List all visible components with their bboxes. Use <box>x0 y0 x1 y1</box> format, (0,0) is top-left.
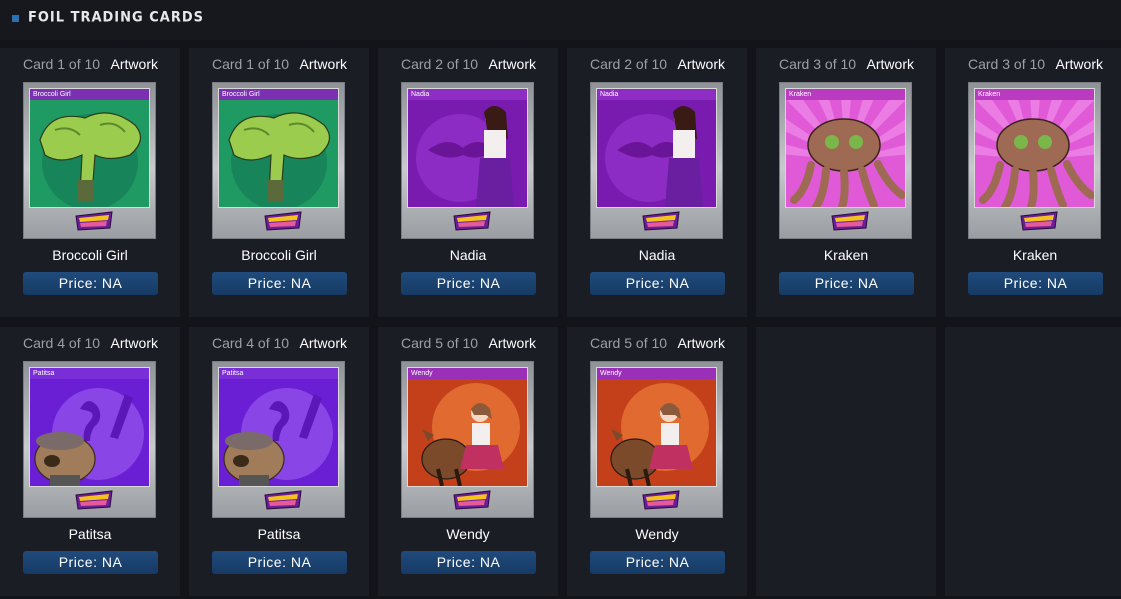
card-image[interactable]: Wendy <box>401 361 534 518</box>
game-logo-icon <box>830 210 870 232</box>
artwork-link[interactable]: Artwork <box>489 56 536 72</box>
card-image-namebar: Nadia <box>408 89 527 100</box>
game-logo-icon <box>263 489 303 511</box>
card-artwork: Patitsa <box>218 367 339 487</box>
section-header: FOIL TRADING CARDS <box>0 0 1121 40</box>
card-name: Nadia <box>638 247 676 263</box>
card-name: Wendy <box>446 526 490 542</box>
card-number: Card 1 of 10 <box>212 56 290 72</box>
artwork-link[interactable]: Artwork <box>678 335 725 351</box>
card-name: Patitsa <box>257 526 301 542</box>
price-button[interactable]: Price: NA <box>212 272 347 295</box>
card-name: Patitsa <box>68 526 112 542</box>
card-artwork: Broccoli Girl <box>218 88 339 208</box>
game-logo-icon <box>74 489 114 511</box>
game-logo-icon <box>641 489 681 511</box>
card-image-namebar: Broccoli Girl <box>219 89 338 100</box>
card-cell: Card 4 of 10 Artwork Patitsa Patitsa Pri… <box>0 327 180 596</box>
card-artwork: Wendy <box>407 367 528 487</box>
price-button[interactable]: Price: NA <box>23 551 158 574</box>
price-button[interactable]: Price: NA <box>590 551 725 574</box>
card-number: Card 2 of 10 <box>401 56 479 72</box>
card-artwork: Patitsa <box>29 367 150 487</box>
card-cell: Card 5 of 10 Artwork Wendy Wendy Price: … <box>378 327 558 596</box>
card-image-namebar: Wendy <box>597 368 716 379</box>
card-name: Kraken <box>1012 247 1058 263</box>
card-number: Card 2 of 10 <box>590 56 668 72</box>
card-cell: Card 3 of 10 Artwork Kraken Kraken Price… <box>756 48 936 317</box>
card-number: Card 5 of 10 <box>590 335 668 351</box>
card-image[interactable]: Broccoli Girl <box>212 82 345 239</box>
price-button[interactable]: Price: NA <box>968 272 1103 295</box>
price-button[interactable]: Price: NA <box>23 272 158 295</box>
card-image-namebar: Nadia <box>597 89 716 100</box>
price-button[interactable]: Price: NA <box>212 551 347 574</box>
card-artwork: Nadia <box>407 88 528 208</box>
card-image[interactable]: Kraken <box>968 82 1101 239</box>
card-image-namebar: Patitsa <box>30 368 149 379</box>
price-button[interactable]: Price: NA <box>779 272 914 295</box>
card-artwork: Kraken <box>974 88 1095 208</box>
card-cell: Card 3 of 10 Artwork Kraken Kraken Price… <box>945 48 1121 317</box>
card-number: Card 3 of 10 <box>968 56 1046 72</box>
artwork-link[interactable]: Artwork <box>867 56 914 72</box>
card-name: Broccoli Girl <box>52 247 128 263</box>
card-image[interactable]: Nadia <box>590 82 723 239</box>
card-artwork: Wendy <box>596 367 717 487</box>
card-artwork: Nadia <box>596 88 717 208</box>
card-cell: Card 1 of 10 Artwork Broccoli Girl Brocc… <box>189 48 369 317</box>
artwork-link[interactable]: Artwork <box>300 56 347 72</box>
card-cell: Card 1 of 10 Artwork Broccoli Girl Brocc… <box>0 48 180 317</box>
game-logo-icon <box>263 210 303 232</box>
card-image[interactable]: Patitsa <box>212 361 345 518</box>
game-logo-icon <box>1019 210 1059 232</box>
empty-card-cell <box>945 327 1121 596</box>
card-number: Card 4 of 10 <box>212 335 290 351</box>
card-image[interactable]: Wendy <box>590 361 723 518</box>
card-image-namebar: Wendy <box>408 368 527 379</box>
card-number: Card 1 of 10 <box>23 56 101 72</box>
section-title: FOIL TRADING CARDS <box>28 9 204 26</box>
card-cell: Card 5 of 10 Artwork Wendy Wendy Price: … <box>567 327 747 596</box>
artwork-link[interactable]: Artwork <box>300 335 347 351</box>
price-button[interactable]: Price: NA <box>590 272 725 295</box>
card-cell: Card 2 of 10 Artwork Nadia Nadia Price: … <box>378 48 558 317</box>
game-logo-icon <box>74 210 114 232</box>
artwork-link[interactable]: Artwork <box>1056 56 1103 72</box>
card-cell: Card 2 of 10 Artwork Nadia Nadia Price: … <box>567 48 747 317</box>
card-image[interactable]: Nadia <box>401 82 534 239</box>
card-number: Card 5 of 10 <box>401 335 479 351</box>
card-artwork: Broccoli Girl <box>29 88 150 208</box>
card-image-namebar: Patitsa <box>219 368 338 379</box>
artwork-link[interactable]: Artwork <box>678 56 725 72</box>
empty-card-cell <box>756 327 936 596</box>
artwork-link[interactable]: Artwork <box>111 56 158 72</box>
card-image-namebar: Kraken <box>786 89 905 100</box>
square-bullet-icon <box>12 15 19 22</box>
game-logo-icon <box>641 210 681 232</box>
card-artwork: Kraken <box>785 88 906 208</box>
card-name: Wendy <box>635 526 679 542</box>
card-name: Kraken <box>823 247 869 263</box>
card-image[interactable]: Broccoli Girl <box>23 82 156 239</box>
card-name: Broccoli Girl <box>241 247 317 263</box>
price-button[interactable]: Price: NA <box>401 551 536 574</box>
card-number: Card 4 of 10 <box>23 335 101 351</box>
artwork-link[interactable]: Artwork <box>111 335 158 351</box>
game-logo-icon <box>452 210 492 232</box>
card-name: Nadia <box>449 247 487 263</box>
game-logo-icon <box>452 489 492 511</box>
card-image-namebar: Broccoli Girl <box>30 89 149 100</box>
card-number: Card 3 of 10 <box>779 56 857 72</box>
card-image[interactable]: Kraken <box>779 82 912 239</box>
price-button[interactable]: Price: NA <box>401 272 536 295</box>
artwork-link[interactable]: Artwork <box>489 335 536 351</box>
card-image-namebar: Kraken <box>975 89 1094 100</box>
card-image[interactable]: Patitsa <box>23 361 156 518</box>
card-cell: Card 4 of 10 Artwork Patitsa Patitsa Pri… <box>189 327 369 596</box>
